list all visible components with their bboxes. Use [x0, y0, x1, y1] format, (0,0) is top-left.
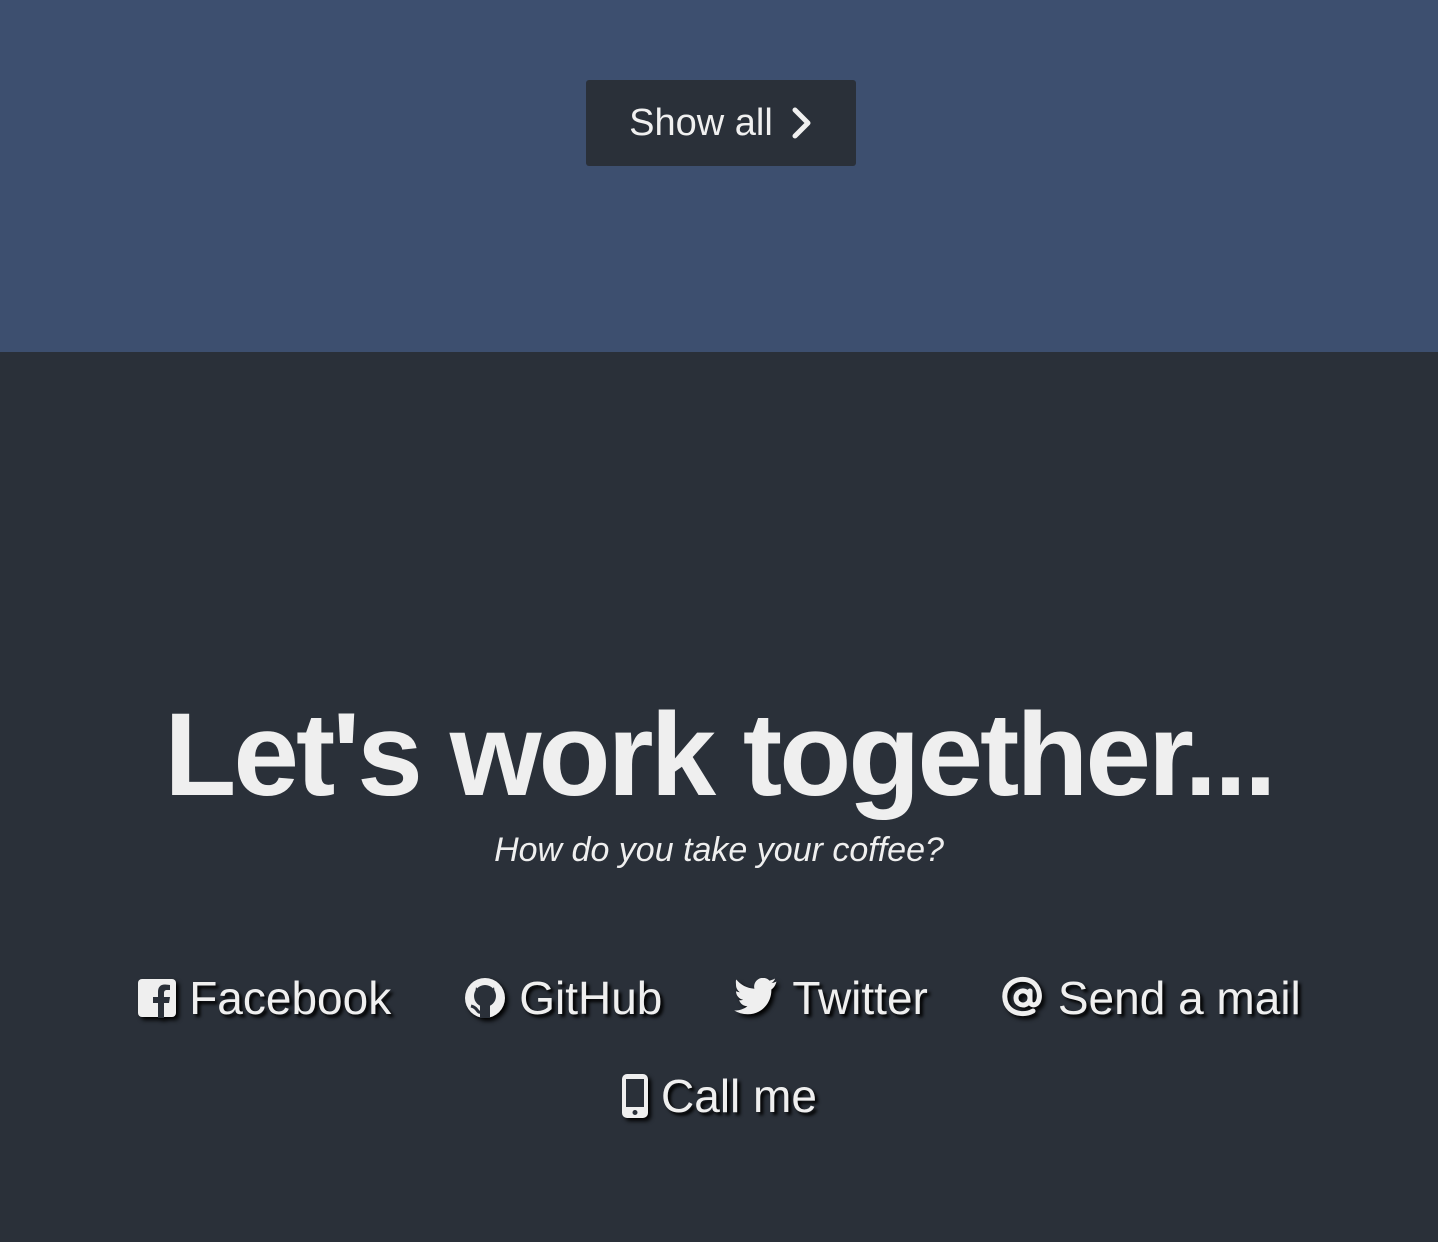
- facebook-label: Facebook: [189, 972, 392, 1024]
- top-section: Show all: [0, 0, 1438, 352]
- show-all-button[interactable]: Show all: [586, 80, 856, 166]
- facebook-link[interactable]: Facebook: [137, 971, 391, 1025]
- chevron-right-icon: [791, 107, 813, 139]
- twitter-label: Twitter: [792, 972, 928, 1024]
- mobile-phone-icon: [621, 1073, 649, 1119]
- twitter-icon: [734, 978, 780, 1018]
- send-mail-label: Send a mail: [1057, 972, 1301, 1024]
- show-all-label: Show all: [629, 101, 773, 144]
- at-sign-icon: [1000, 975, 1046, 1021]
- facebook-icon: [137, 978, 177, 1018]
- contact-links-row: Facebook GitHub Twitter Send a mail: [0, 970, 1438, 1026]
- contact-links-row-2: Call me: [0, 1068, 1438, 1124]
- contact-subtitle: How do you take your coffee?: [494, 831, 944, 869]
- github-link[interactable]: GitHub: [463, 971, 662, 1025]
- call-me-label: Call me: [661, 1070, 817, 1122]
- send-mail-link[interactable]: Send a mail: [1000, 971, 1301, 1025]
- call-me-link[interactable]: Call me: [621, 1069, 817, 1123]
- twitter-link[interactable]: Twitter: [734, 971, 928, 1025]
- github-icon: [463, 976, 507, 1020]
- github-label: GitHub: [519, 972, 663, 1024]
- contact-headline: Let's work together...: [164, 689, 1277, 821]
